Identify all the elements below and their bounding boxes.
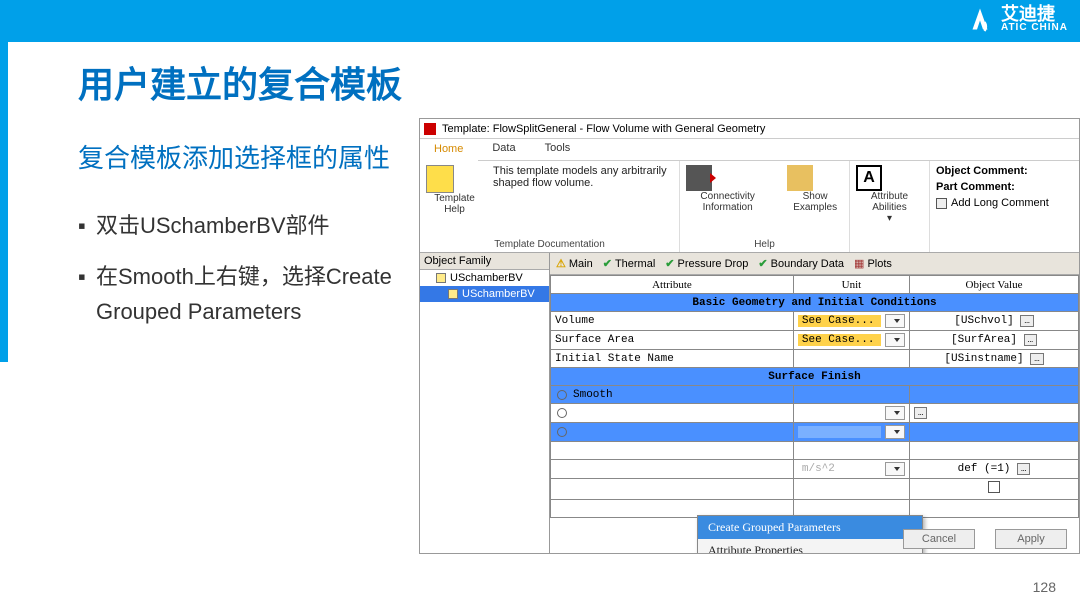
tab-tools[interactable]: Tools bbox=[531, 139, 586, 160]
template-description: This template models any arbitrarily sha… bbox=[493, 165, 673, 189]
node-icon bbox=[448, 289, 458, 299]
checkbox-icon[interactable] bbox=[988, 481, 1000, 493]
add-long-comment-checkbox[interactable]: Add Long Comment bbox=[936, 197, 1074, 209]
logo-icon bbox=[965, 4, 995, 34]
tree-root[interactable]: USchamberBV bbox=[420, 270, 549, 286]
slide-subtitle: 复合模板添加选择框的属性 bbox=[78, 138, 390, 175]
context-menu: Create Grouped Parameters Attribute Prop… bbox=[697, 515, 923, 554]
attr-volume[interactable]: Volume bbox=[551, 312, 794, 331]
ctx-attribute-properties[interactable]: Attribute Properties bbox=[698, 539, 922, 554]
node-icon bbox=[436, 273, 446, 283]
slide-title: 用户建立的复合模板 bbox=[78, 56, 402, 108]
val-initial-state[interactable]: [USinstname] … bbox=[910, 350, 1079, 368]
template-editor-window: Template: FlowSplitGeneral - Flow Volume… bbox=[419, 118, 1080, 554]
col-unit: Unit bbox=[793, 276, 909, 294]
checkbox-icon bbox=[936, 198, 947, 209]
val-volume[interactable]: [USchvol] … bbox=[910, 312, 1079, 331]
more-icon[interactable]: … bbox=[1020, 315, 1033, 327]
more-icon[interactable]: … bbox=[1030, 353, 1043, 365]
cancel-button[interactable]: Cancel bbox=[903, 529, 975, 549]
bullet-2: 在Smooth上右键，选择Create Grouped Parameters bbox=[78, 259, 413, 329]
attr-row-b[interactable] bbox=[551, 404, 794, 423]
attribute-grid: ⚠Main ✔Thermal ✔Pressure Drop ✔Boundary … bbox=[550, 253, 1079, 553]
section-basic-geometry: Basic Geometry and Initial Conditions bbox=[551, 294, 1079, 312]
template-help-icon bbox=[426, 165, 454, 193]
connectivity-info-button[interactable]: Connectivity Information bbox=[686, 165, 769, 213]
show-examples-button[interactable]: Show Examples bbox=[787, 165, 843, 213]
ribbon-tabs: Home Data Tools bbox=[420, 139, 1079, 161]
unit-initial-state[interactable] bbox=[793, 350, 909, 368]
gtab-thermal[interactable]: ✔Thermal bbox=[603, 257, 656, 270]
examples-icon bbox=[787, 165, 813, 191]
gtab-plots[interactable]: ▦Plots bbox=[854, 257, 892, 270]
col-attribute: Attribute bbox=[551, 276, 794, 294]
gtab-boundary[interactable]: ✔Boundary Data bbox=[758, 257, 844, 270]
val-def[interactable]: def (=1) … bbox=[910, 460, 1079, 479]
bullet-1: 双击USchamberBV部件 bbox=[78, 208, 413, 243]
abilities-icon: A bbox=[856, 165, 882, 191]
label-object-comment: Object Comment: bbox=[936, 165, 1028, 177]
window-titlebar[interactable]: Template: FlowSplitGeneral - Flow Volume… bbox=[420, 119, 1079, 139]
connectivity-icon bbox=[686, 165, 712, 191]
bullet-list: 双击USchamberBV部件 在Smooth上右键，选择Create Grou… bbox=[78, 208, 413, 346]
template-help-button[interactable]: Template Help bbox=[426, 165, 483, 215]
gtab-main[interactable]: ⚠Main bbox=[556, 257, 593, 270]
attr-initial-state[interactable]: Initial State Name bbox=[551, 350, 794, 368]
section-surface-finish: Surface Finish bbox=[551, 368, 1079, 386]
tree-header: Object Family bbox=[420, 253, 549, 270]
ctx-create-grouped-parameters[interactable]: Create Grouped Parameters bbox=[698, 516, 922, 539]
tab-home[interactable]: Home bbox=[420, 140, 478, 161]
attr-surface-area[interactable]: Surface Area bbox=[551, 331, 794, 350]
tab-data[interactable]: Data bbox=[478, 139, 530, 160]
ribbon: Template Help This template models any a… bbox=[420, 161, 1079, 253]
val-surface-area[interactable]: [SurfArea] … bbox=[910, 331, 1079, 350]
unit-surface-area[interactable]: See Case... bbox=[793, 331, 909, 350]
tree-child[interactable]: USchamberBV bbox=[420, 286, 549, 302]
more-icon[interactable]: … bbox=[1017, 463, 1030, 475]
app-icon bbox=[424, 123, 436, 135]
side-accent bbox=[0, 42, 8, 362]
brand-en: ATIC CHINA bbox=[1001, 23, 1068, 33]
group-label-help: Help bbox=[686, 239, 843, 250]
gtab-pressure[interactable]: ✔Pressure Drop bbox=[665, 257, 748, 270]
attr-smooth[interactable]: Smooth bbox=[551, 386, 794, 404]
attr-row-c[interactable] bbox=[551, 423, 794, 442]
more-icon[interactable]: … bbox=[1024, 334, 1037, 346]
label-part-comment: Part Comment: bbox=[936, 181, 1015, 193]
col-value: Object Value bbox=[910, 276, 1079, 294]
more-icon[interactable]: … bbox=[914, 407, 927, 419]
attribute-abilities-button[interactable]: A Attribute Abilities ▾ bbox=[856, 165, 923, 224]
brand-logo: 艾迪捷 ATIC CHINA bbox=[965, 4, 1068, 34]
brand-cn: 艾迪捷 bbox=[1001, 4, 1055, 24]
apply-button[interactable]: Apply bbox=[995, 529, 1067, 549]
top-bar: 艾迪捷 ATIC CHINA bbox=[0, 0, 1080, 42]
window-title: Template: FlowSplitGeneral - Flow Volume… bbox=[442, 123, 765, 135]
unit-volume[interactable]: See Case... bbox=[793, 312, 909, 331]
group-label-doc: Template Documentation bbox=[426, 239, 673, 250]
page-number: 128 bbox=[1033, 579, 1056, 595]
object-family-tree: Object Family USchamberBV USchamberBV bbox=[420, 253, 550, 553]
